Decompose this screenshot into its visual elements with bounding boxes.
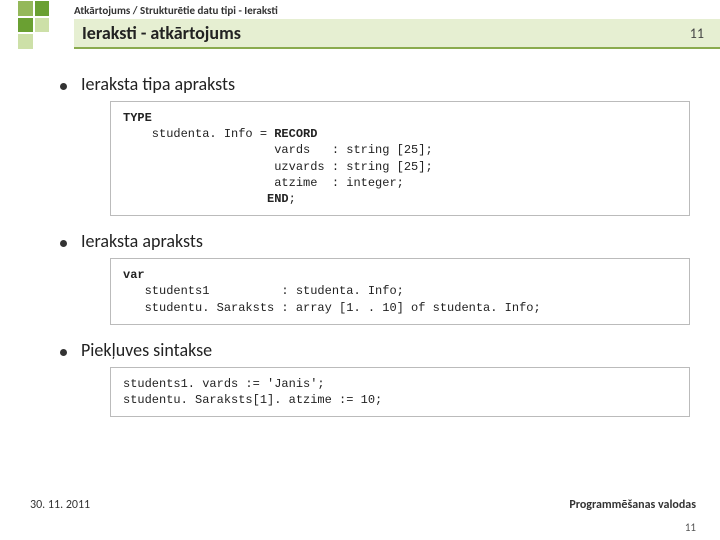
code-text: studentu. Saraksts[1]. atzime := 10; (123, 393, 382, 407)
kw-var: var (123, 268, 145, 282)
bullet-2-text: Ieraksta apraksts (81, 230, 203, 252)
logo-icon (18, 1, 66, 49)
page-number: 11 (685, 521, 696, 534)
code-text (123, 192, 267, 206)
kw-end: END (267, 192, 289, 206)
bullet-2: Ieraksta apraksts (60, 230, 690, 252)
code-text: ; (289, 192, 296, 206)
kw-type: TYPE (123, 111, 152, 125)
code-block-2: var students1 : studenta. Info; studentu… (110, 258, 690, 325)
bullet-icon (60, 240, 67, 247)
bullet-icon (60, 83, 67, 90)
bullet-3: Piekļuves sintakse (60, 339, 690, 361)
breadcrumb: Atkārtojums / Strukturētie datu tipi - I… (74, 4, 720, 17)
page-title: Ieraksti - atkārtojums (82, 22, 241, 44)
footer-date: 30. 11. 2011 (30, 498, 90, 512)
footer: 30. 11. 2011 Programmēšanas valodas (0, 498, 720, 512)
slide-header: Atkārtojums / Strukturētie datu tipi - I… (0, 0, 720, 49)
code-text: atzime : integer; (123, 176, 404, 190)
footer-course: Programmēšanas valodas (569, 498, 696, 512)
code-text: uzvards : string [25]; (123, 160, 433, 174)
code-block-1: TYPE studenta. Info = RECORD vards : str… (110, 101, 690, 216)
slide-number-header: 11 (690, 25, 704, 42)
content-area: Ieraksta tipa apraksts TYPE studenta. In… (0, 49, 720, 417)
title-row: Ieraksti - atkārtojums 11 (0, 19, 720, 49)
code-text: students1 : studenta. Info; (123, 284, 404, 298)
bullet-1-text: Ieraksta tipa apraksts (81, 73, 235, 95)
bullet-1: Ieraksta tipa apraksts (60, 73, 690, 95)
code-text: students1. vards := 'Janis'; (123, 377, 325, 391)
kw-record: RECORD (274, 127, 317, 141)
code-text: studentu. Saraksts : array [1. . 10] of … (123, 301, 541, 315)
title-bar: Ieraksti - atkārtojums 11 (74, 19, 720, 49)
bullet-icon (60, 349, 67, 356)
code-text: studenta. Info = (123, 127, 274, 141)
bullet-3-text: Piekļuves sintakse (81, 339, 212, 361)
code-text: vards : string [25]; (123, 143, 433, 157)
code-block-3: students1. vards := 'Janis'; studentu. S… (110, 367, 690, 417)
